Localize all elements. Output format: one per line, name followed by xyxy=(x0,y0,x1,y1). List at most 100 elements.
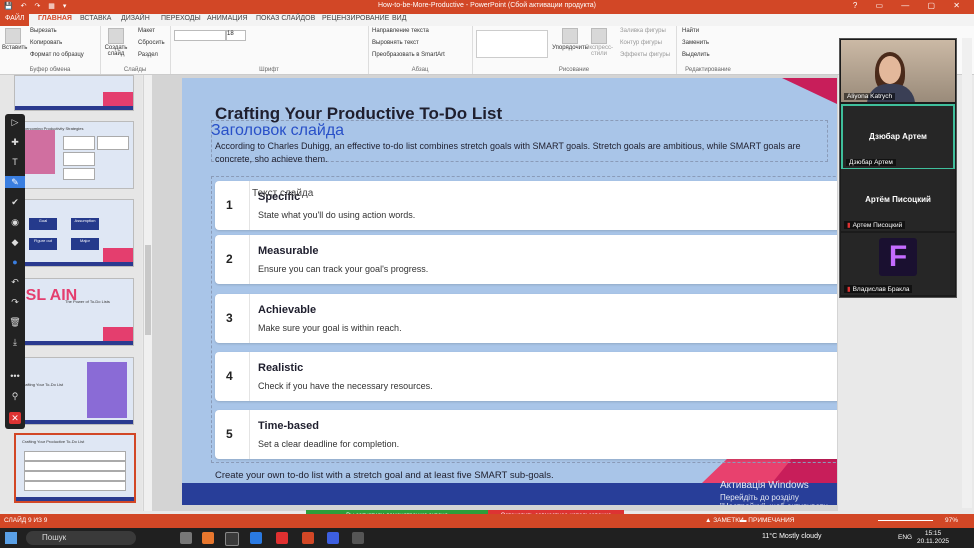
reset-button[interactable]: Сбросить xyxy=(138,40,165,46)
shape-fill-button[interactable]: Заливка фигуры xyxy=(620,28,666,34)
slide-thumbnail[interactable]: Goal Assumption Figure out Major xyxy=(14,199,134,267)
slide-thumbnail[interactable]: Overcoming Productivity Strategies xyxy=(14,121,134,189)
format-painter-button[interactable]: Формат по образцу xyxy=(30,52,84,58)
tab-file[interactable]: ФАЙЛ xyxy=(0,14,30,26)
highlight-tool-icon[interactable]: ◉ xyxy=(5,216,25,228)
more-icon[interactable]: ••• xyxy=(5,370,25,382)
pointer-tool-icon[interactable]: ▷ xyxy=(5,116,25,128)
task-view-icon[interactable] xyxy=(180,532,192,544)
eraser-tool-icon[interactable]: ◆ xyxy=(5,236,25,248)
zoom-slider[interactable] xyxy=(878,520,933,521)
paste-button[interactable]: Вставить xyxy=(2,28,27,51)
clipboard-group-label: Буфер обмена xyxy=(29,67,71,73)
zoom-app-icon[interactable] xyxy=(327,532,339,544)
paste-icon xyxy=(5,28,21,44)
zoom-level[interactable]: 97% xyxy=(945,517,958,524)
participant-display-name: Артём Писоцкий xyxy=(865,195,931,204)
align-text-button[interactable]: Выровнять текст xyxy=(372,40,419,46)
notes-button[interactable]: ▲ ЗАМЕТКИ xyxy=(705,517,744,524)
tab-transitions[interactable]: ПЕРЕХОДЫ xyxy=(161,15,201,22)
slide-intro[interactable]: According to Charles Duhigg, an effectiv… xyxy=(215,140,835,166)
pen-tool-icon[interactable]: ✎ xyxy=(5,176,25,188)
color-picker-icon[interactable]: ● xyxy=(5,256,25,268)
font-name-select[interactable] xyxy=(174,30,226,41)
tab-animation[interactable]: АНИМАЦИЯ xyxy=(207,15,248,22)
select-button[interactable]: Выделить xyxy=(682,52,710,58)
move-tool-icon[interactable]: ✚ xyxy=(5,136,25,148)
redo-icon[interactable]: ↷ xyxy=(5,296,25,308)
slide-thumbnail-selected[interactable]: 9 Crafting Your Productive To-Do List xyxy=(14,433,136,503)
slide-thumbnail[interactable]: ESL AIN The Power of To-Do Lists xyxy=(14,278,134,346)
powerpoint-icon[interactable] xyxy=(302,532,314,544)
windows-start-icon[interactable] xyxy=(5,532,17,544)
slide-title[interactable]: Crafting Your Productive To-Do List xyxy=(215,104,502,124)
mic-muted-icon: ▮ xyxy=(847,222,851,229)
participant-name: ▮ Владислав Бракла xyxy=(844,285,913,293)
comments-button[interactable]: ▬ ПРИМЕЧАНИЯ xyxy=(740,517,794,524)
shapes-gallery[interactable] xyxy=(476,30,548,58)
participant-display-name: Дзюбар Артем xyxy=(869,132,927,141)
slide-canvas[interactable]: Crafting Your Productive To-Do List Заго… xyxy=(182,78,837,505)
cut-button[interactable]: Вырезать xyxy=(30,28,57,34)
weather-widget[interactable]: 11°C Mostly cloudy xyxy=(762,533,821,540)
tab-insert[interactable]: ВСТАВКА xyxy=(80,15,111,22)
drawing-group: Упорядочить Экспресс-стили Заливка фигур… xyxy=(472,26,677,74)
participant-tile[interactable]: Артём Писоцкий ▮ Артем Писоцкий xyxy=(841,169,955,231)
tab-design[interactable]: ДИЗАЙН xyxy=(121,15,150,22)
taskbar-search[interactable]: Пошук xyxy=(26,531,136,545)
check-tool-icon[interactable]: ✔ xyxy=(5,196,25,208)
people-icon[interactable]: ⚲ xyxy=(5,390,25,402)
trash-icon[interactable]: 🗑 xyxy=(5,316,25,328)
thumbnails-scrollbar[interactable] xyxy=(143,75,152,511)
tab-slideshow[interactable]: ПОКАЗ СЛАЙДОВ xyxy=(256,15,315,22)
text-direction-button[interactable]: Направление текста xyxy=(372,28,429,34)
participant-tile[interactable]: F ▮ Владислав Бракла xyxy=(841,233,955,295)
file-explorer-icon[interactable] xyxy=(225,532,239,546)
firefox-icon[interactable] xyxy=(202,532,214,544)
slide-thumbnail[interactable]: Crafting Your To-Do List xyxy=(14,357,134,425)
step-card[interactable]: 4 Realistic Check if you have the necessa… xyxy=(215,352,837,401)
window-scrollbar[interactable] xyxy=(962,38,972,508)
paragraph-group-label: Абзац xyxy=(411,67,429,73)
new-slide-button[interactable]: Создать слайд xyxy=(102,28,130,57)
window-controls[interactable]: ? ▭ — ▢ ✕ xyxy=(853,1,968,10)
app-icon[interactable] xyxy=(352,532,364,544)
tab-home[interactable]: ГЛАВНАЯ xyxy=(38,15,72,22)
step-card[interactable]: 3 Achievable Make sure your goal is withi… xyxy=(215,294,837,343)
slide-thumbnail[interactable] xyxy=(14,75,134,111)
windows-activation-watermark: Активація Windows Перейдіть до розділу "… xyxy=(720,480,828,505)
app-icon[interactable] xyxy=(276,532,288,544)
edge-icon[interactable] xyxy=(250,532,262,544)
smartart-button[interactable]: Преобразовать в SmartArt xyxy=(372,52,445,58)
shape-outline-button[interactable]: Контур фигуры xyxy=(620,40,662,46)
tab-view[interactable]: ВИД xyxy=(392,15,406,22)
tab-review[interactable]: РЕЦЕНЗИРОВАНИЕ xyxy=(322,15,389,22)
text-tool-icon[interactable]: T xyxy=(5,156,25,168)
copy-button[interactable]: Копировать xyxy=(30,40,62,46)
section-button[interactable]: Раздел xyxy=(138,52,158,58)
title-bar: 💾 ↶ ↷ ▦ ▾ How-to-be-More-Productive - Po… xyxy=(0,0,974,14)
arrange-icon xyxy=(562,28,578,44)
scrollbar-thumb[interactable] xyxy=(145,245,151,335)
find-button[interactable]: Найти xyxy=(682,28,699,34)
shape-effects-button[interactable]: Эффекты фигуры xyxy=(620,52,670,58)
paragraph-group: Направление текста Выровнять текст Преоб… xyxy=(368,26,473,74)
step-card[interactable]: 2 Measurable Ensure you can track your go… xyxy=(215,235,837,284)
participant-tile-speaking[interactable]: Дзюбар Артем Дзюбар Артем xyxy=(841,104,955,170)
layout-button[interactable]: Макет xyxy=(138,28,155,34)
undo-icon[interactable]: ↶ xyxy=(5,276,25,288)
slide-footer-text[interactable]: Create your own to-do list with a stretc… xyxy=(215,470,554,481)
replace-button[interactable]: Заменить xyxy=(682,40,709,46)
quick-styles-button[interactable]: Экспресс-стили xyxy=(584,28,614,57)
download-icon[interactable]: ⤓ xyxy=(5,336,25,348)
drawing-group-label: Рисование xyxy=(558,67,590,73)
slides-group-label: Слайды xyxy=(123,67,147,73)
language-indicator[interactable]: ENG xyxy=(898,534,912,541)
close-icon[interactable]: ✕ xyxy=(9,412,21,424)
pen-toolbar: ▷ ✚ T ✎ ✔ ◉ ◆ ● ↶ ↷ 🗑 ⤓ ••• ⚲ ✕ xyxy=(5,114,25,429)
step-card[interactable]: 5 Time-based Set a clear deadline for com… xyxy=(215,410,837,459)
taskbar-clock[interactable]: 15:15 20.11.2025 xyxy=(917,530,949,546)
font-size-select[interactable]: 18 xyxy=(226,30,246,41)
participant-tile[interactable]: Aliyona Katrych xyxy=(841,40,955,102)
video-call-panel: Aliyona Katrych Дзюбар Артем Дзюбар Арте… xyxy=(839,38,957,298)
